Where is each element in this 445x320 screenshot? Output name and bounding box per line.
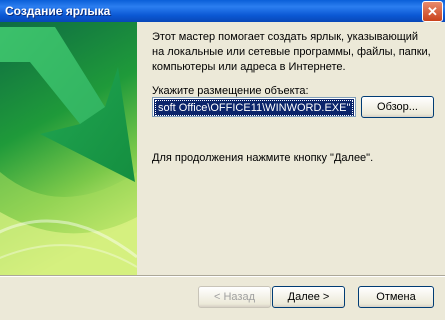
title-bar[interactable]: Создание ярлыка ✕ xyxy=(0,0,445,22)
continue-hint: Для продолжения нажмите кнопку "Далее". xyxy=(152,152,374,164)
location-label: Укажите размещение объекта: xyxy=(152,85,309,97)
back-button[interactable]: < Назад xyxy=(198,286,271,308)
window-title: Создание ярлыка xyxy=(5,4,111,18)
close-button[interactable]: ✕ xyxy=(422,1,443,22)
browse-button[interactable]: Обзор... xyxy=(361,96,434,118)
location-input[interactable]: soft Office\OFFICE11\WINWORD.EXE" xyxy=(152,97,356,117)
next-button[interactable]: Далее > xyxy=(272,286,345,308)
cancel-button[interactable]: Отмена xyxy=(358,286,434,308)
create-shortcut-dialog: Создание ярлыка ✕ Этот мастер помогает с… xyxy=(0,0,445,320)
location-input-value: soft Office\OFFICE11\WINWORD.EXE" xyxy=(153,99,355,116)
green-arrow-icon xyxy=(0,22,137,275)
close-icon: ✕ xyxy=(427,3,438,19)
wizard-arrow-graphic xyxy=(0,22,137,275)
footer-divider xyxy=(0,275,445,277)
wizard-intro-text: Этот мастер помогает создать ярлык, указ… xyxy=(152,31,431,73)
